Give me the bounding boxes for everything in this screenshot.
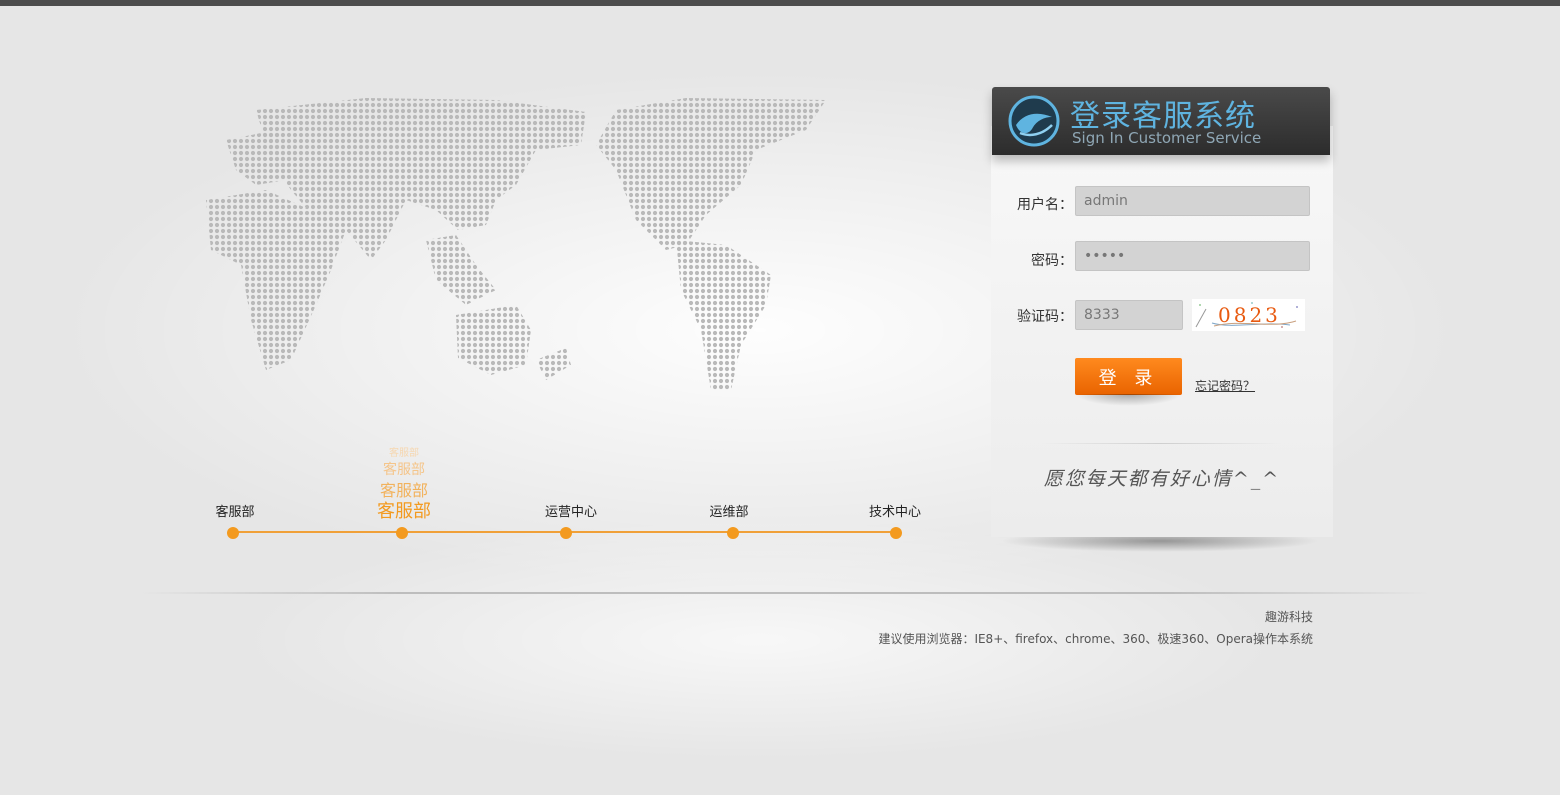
department-timeline: 客服部 客服部 客服部 客服部 客服部 运营中心 运维部 技术中心: [200, 440, 940, 550]
captcha-label: 验证码：: [1017, 309, 1073, 325]
footer-divider: [140, 592, 1430, 594]
forgot-password-link[interactable]: 忘记密码？: [1195, 377, 1255, 394]
footer-company: 趣游科技: [1264, 610, 1313, 624]
timeline-dot[interactable]: [560, 527, 572, 539]
timeline-label-yunying[interactable]: 运营中心: [545, 501, 597, 520]
timeline-animation-text-faint: 客服部: [389, 448, 419, 459]
world-map-graphic: [206, 98, 826, 390]
login-panel: 登录客服系统 Sign In Customer Service 用户名： 密码：…: [991, 86, 1333, 537]
login-subtitle: Sign In Customer Service: [1072, 129, 1262, 147]
timeline-dot[interactable]: [890, 527, 902, 539]
timeline-label-kefu[interactable]: 客服部: [215, 501, 254, 520]
captcha-input[interactable]: [1075, 300, 1183, 330]
timeline-dot[interactable]: [727, 527, 739, 539]
password-label: 密码：: [1031, 253, 1073, 269]
timeline-label-yunwei[interactable]: 运维部: [709, 501, 748, 520]
username-label: 用户名：: [1017, 197, 1073, 213]
footer-browser-hint: 建议使用浏览器：IE8+、firefox、chrome、360、极速360、Op…: [878, 632, 1313, 646]
top-bar: [0, 0, 1560, 6]
timeline-dot[interactable]: [227, 527, 239, 539]
panel-divider: [1041, 443, 1281, 444]
login-button[interactable]: 登 录: [1075, 358, 1182, 395]
slogan-text: 愿您每天都有好心情^_^: [1043, 468, 1281, 490]
timeline-animation-text-strong: 客服部: [377, 501, 431, 522]
timeline-animation-text-light: 客服部: [383, 462, 425, 478]
timeline-dot-active[interactable]: [396, 527, 408, 539]
login-button-shadow: [1075, 394, 1182, 406]
password-input[interactable]: [1075, 241, 1310, 271]
captcha-text: 0823: [1218, 303, 1281, 327]
timeline-label-jishu[interactable]: 技术中心: [869, 501, 921, 520]
wave-logo-icon: [1008, 95, 1060, 147]
username-input[interactable]: [1075, 186, 1310, 216]
captcha-image[interactable]: 0823: [1192, 299, 1305, 331]
login-panel-header: 登录客服系统 Sign In Customer Service: [992, 87, 1330, 155]
